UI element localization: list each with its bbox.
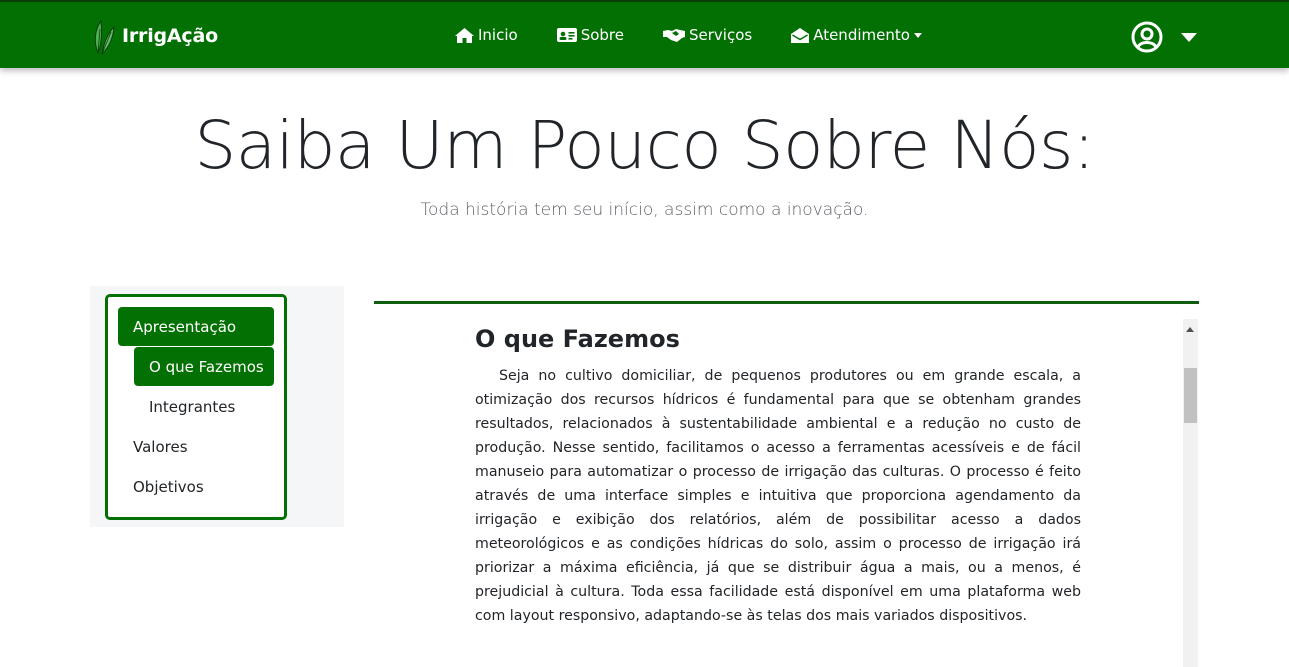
section-paragraph: Seja no cultivo domiciliar, de pequenos … xyxy=(475,368,1081,624)
user-circle-icon xyxy=(1131,21,1163,53)
page-title: Saiba Um Pouco Sobre Nós: xyxy=(194,107,1095,184)
nav-label: Atendimento xyxy=(813,26,910,44)
section-title: O que Fazemos xyxy=(475,325,680,353)
nav-label: Serviços xyxy=(689,26,753,44)
sidebar-item-objetivos[interactable]: Objetivos xyxy=(118,467,274,506)
content-divider xyxy=(374,301,1199,304)
home-icon xyxy=(455,27,474,43)
sidebar-nav: Apresentação O que Fazemos Integrantes V… xyxy=(105,294,287,520)
chevron-down-icon xyxy=(913,32,922,38)
user-menu[interactable] xyxy=(1131,21,1197,53)
chevron-down-icon xyxy=(1181,32,1197,42)
nav-label: Inicio xyxy=(478,26,518,44)
sidebar-item-integrantes[interactable]: Integrantes xyxy=(134,387,274,426)
sidebar-item-valores[interactable]: Valores xyxy=(118,427,274,466)
sidebar-item-o-que-fazemos[interactable]: O que Fazemos xyxy=(134,347,274,386)
nav-label: Sobre xyxy=(580,26,624,44)
brand[interactable]: IrrigAção xyxy=(92,16,218,56)
nav-item-servicos[interactable]: Serviços xyxy=(663,26,752,44)
scroll-up-arrow-icon[interactable] xyxy=(1186,327,1194,332)
leaf-logo-icon xyxy=(94,19,115,55)
nav-item-atendimento[interactable]: Atendimento xyxy=(791,26,922,44)
top-navbar: IrrigAção Inicio Sobre Serviços Atendime… xyxy=(0,0,1289,68)
nav-item-inicio[interactable]: Inicio xyxy=(455,26,518,44)
handshake-icon xyxy=(663,29,685,42)
main-nav: Inicio Sobre Serviços Atendimento xyxy=(455,26,922,44)
nav-item-sobre[interactable]: Sobre xyxy=(556,26,624,44)
id-card-icon xyxy=(556,28,577,42)
sidebar-item-apresentacao[interactable]: Apresentação xyxy=(118,307,274,346)
envelope-open-icon xyxy=(791,27,810,43)
page-subtitle: Toda história tem seu início, assim como… xyxy=(420,200,869,220)
scrollbar-thumb[interactable] xyxy=(1184,368,1197,423)
brand-name: IrrigAção xyxy=(122,25,218,47)
